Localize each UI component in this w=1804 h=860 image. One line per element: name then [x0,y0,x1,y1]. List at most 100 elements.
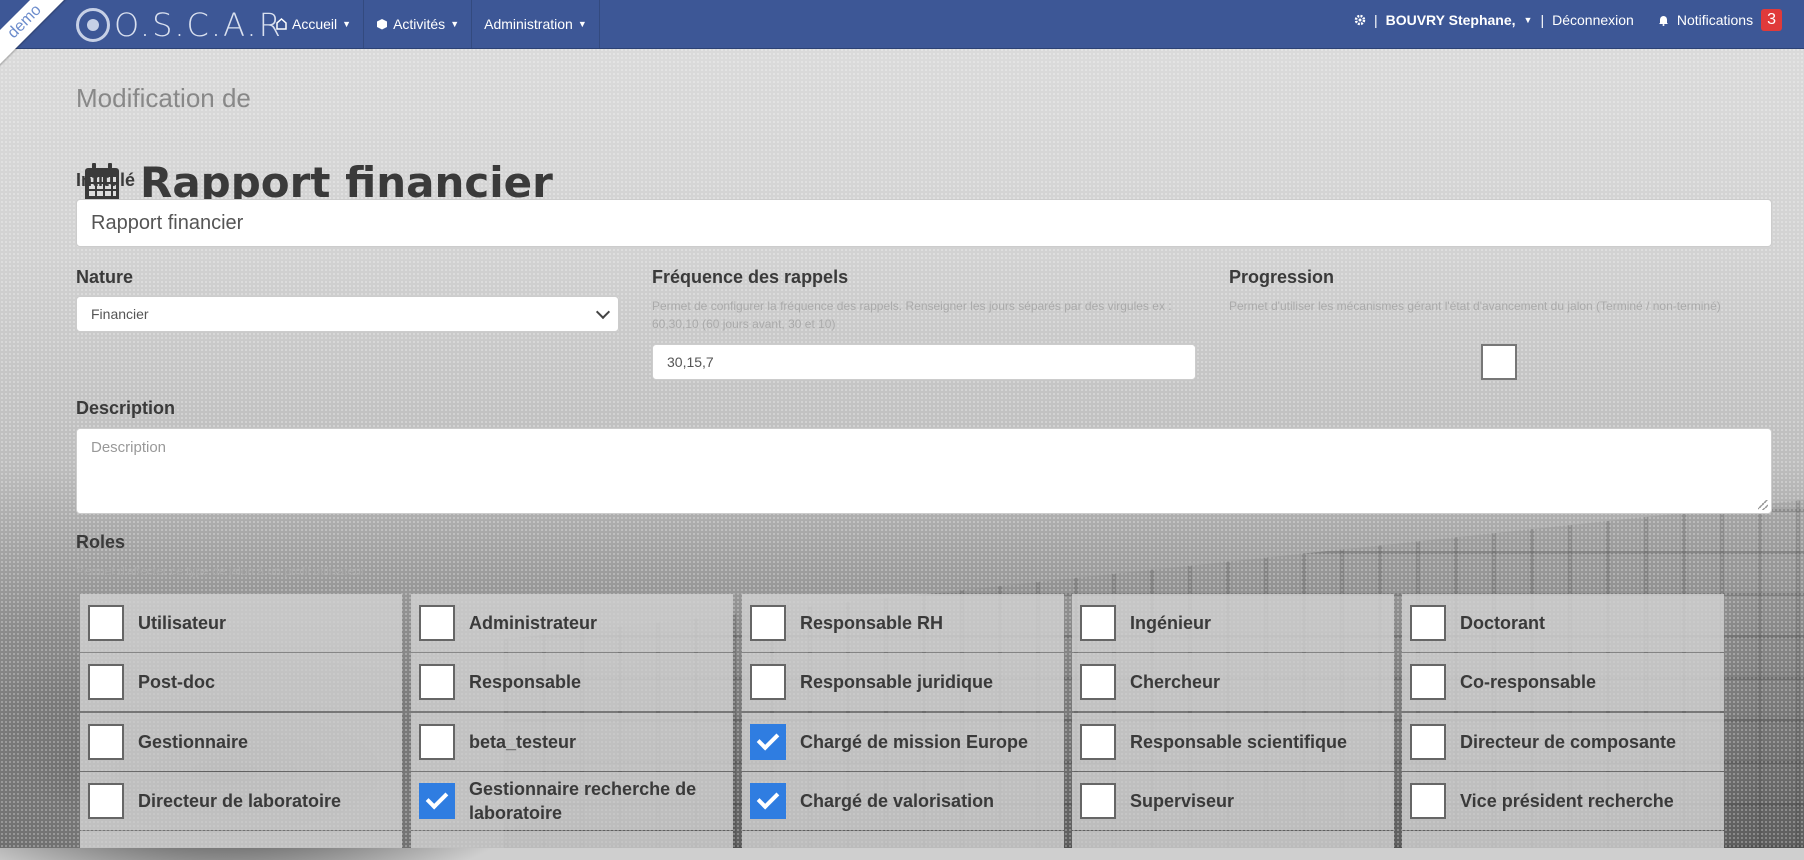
role-label: Chercheur [1130,672,1221,692]
frequence-value: 30,15,7 [667,354,714,370]
role-checkbox[interactable] [1410,664,1446,700]
role-checkbox[interactable] [88,783,124,819]
role-label: Chargé de mission Europe [800,732,1029,752]
caret-down-icon: ▼ [342,19,352,29]
intitule-input[interactable]: Rapport financier [76,199,1772,247]
oscar-logo-icon [76,8,110,42]
role-item[interactable]: Responsable RH [742,594,1064,652]
role-checkbox[interactable] [88,605,124,641]
description-placeholder: Description [91,439,167,456]
role-item[interactable]: Ingénieur [1072,594,1394,652]
notifications-badge[interactable]: 3 [1761,9,1782,31]
role-checkbox[interactable] [419,783,455,819]
description-textarea[interactable]: Description [76,428,1772,514]
role-label: Chargé de valorisation [800,791,995,811]
role-item[interactable]: Vice président recherche [1402,772,1724,830]
role-item[interactable]: Directeur de laboratoire [80,772,402,830]
intitule-label: Intitulé [76,170,135,190]
top-navbar: demo O.S.C.A.R Accueil ▼ Activités ▼ Adm… [0,0,1804,77]
role-label: Post-doc [138,672,216,692]
caret-down-icon: ▼ [450,19,460,29]
role-item[interactable]: Responsable juridique [742,653,1064,711]
role-checkbox[interactable] [88,664,124,700]
role-item-partial [411,831,733,848]
role-item-partial [80,831,402,848]
page-subtitle: Modification de [76,83,251,113]
role-item[interactable]: Doctorant [1402,594,1724,652]
role-label: Vice président recherche [1460,791,1674,811]
role-label: Co-responsable [1460,672,1597,692]
role-item[interactable]: Responsable scientifique [1072,713,1394,771]
nature-select[interactable]: Financier [76,296,619,332]
role-checkbox[interactable] [1080,724,1116,760]
bell-icon[interactable] [1658,14,1669,26]
user-name[interactable]: BOUVRY Stephane, [1386,12,1516,28]
role-checkbox[interactable] [1080,783,1116,819]
frequence-help: Permet de configurer la fréquence des ra… [652,299,1172,331]
role-checkbox[interactable] [750,664,786,700]
role-item[interactable]: Chercheur [1072,653,1394,711]
nature-label: Nature [76,267,134,287]
role-checkbox[interactable] [750,783,786,819]
role-checkbox[interactable] [1410,605,1446,641]
roles-label: Roles [76,532,126,552]
nav-activites-label: Activités [393,16,446,32]
role-checkbox[interactable] [419,605,455,641]
role-checkbox[interactable] [419,664,455,700]
brand-name: O.S.C.A.R [114,6,283,44]
role-label: Directeur de composante [1460,732,1677,752]
nature-value: Financier [91,306,149,322]
role-item[interactable]: Chargé de mission Europe [742,713,1064,771]
role-label: Administrateur [469,613,598,633]
main-nav: Accueil ▼ Activités ▼ Administration ▼ [264,0,600,48]
nav-activites[interactable]: Activités ▼ [364,0,473,48]
resize-handle-icon[interactable] [1758,500,1768,510]
role-label: Ingénieur [1130,613,1212,633]
role-checkbox[interactable] [750,724,786,760]
role-item[interactable]: Utilisateur [80,594,402,652]
role-label: Gestionnaire [138,732,249,752]
logout-link[interactable]: Déconnexion [1552,12,1634,28]
role-checkbox[interactable] [1080,605,1116,641]
role-checkbox[interactable] [750,605,786,641]
home-icon [276,18,287,30]
nav-administration-label: Administration [484,16,573,32]
role-label: Utilisateur [138,613,227,633]
frequence-label: Fréquence des rappels [652,267,849,287]
role-item[interactable]: Responsable [411,653,733,711]
role-checkbox[interactable] [419,724,455,760]
role-item[interactable]: Superviseur [1072,772,1394,830]
role-item[interactable]: Directeur de composante [1402,713,1724,771]
separator: | [1540,12,1545,28]
role-item[interactable]: beta_testeur [411,713,733,771]
caret-down-icon[interactable]: ▼ [1524,15,1533,25]
description-label: Description [76,398,176,418]
role-item[interactable]: Co-responsable [1402,653,1724,711]
role-item[interactable]: Administrateur [411,594,733,652]
nav-administration[interactable]: Administration ▼ [472,0,600,48]
intitule-value: Rapport financier [91,211,244,234]
frequence-input[interactable]: 30,15,7 [652,344,1196,380]
role-checkbox[interactable] [1410,783,1446,819]
notifications-link[interactable]: Notifications [1677,12,1753,28]
role-label: Gestionnaire recherche de laboratoire [469,779,697,823]
role-checkbox[interactable] [88,724,124,760]
chevron-down-icon [595,304,611,320]
separator: | [1373,12,1378,28]
progression-help: Permet d'utiliser les mécanismes gérant … [1229,299,1721,313]
role-label: Doctorant [1460,613,1545,633]
role-checkbox[interactable] [1410,724,1446,760]
role-checkbox[interactable] [1080,664,1116,700]
role-item[interactable]: Post-doc [80,653,402,711]
role-label: Superviseur [1130,791,1235,811]
brand[interactable]: O.S.C.A.R [76,6,283,44]
nav-accueil[interactable]: Accueil ▼ [264,0,365,48]
role-item[interactable]: Gestionnaire [80,713,402,771]
role-item[interactable]: Gestionnaire recherche de laboratoire [411,772,733,830]
role-item[interactable]: Chargé de valorisation [742,772,1064,830]
gear-icon[interactable] [1354,14,1366,26]
cube-icon [377,19,388,30]
progression-checkbox[interactable] [1481,344,1517,380]
role-item-partial [1402,831,1724,848]
nav-accueil-label: Accueil [292,16,338,32]
